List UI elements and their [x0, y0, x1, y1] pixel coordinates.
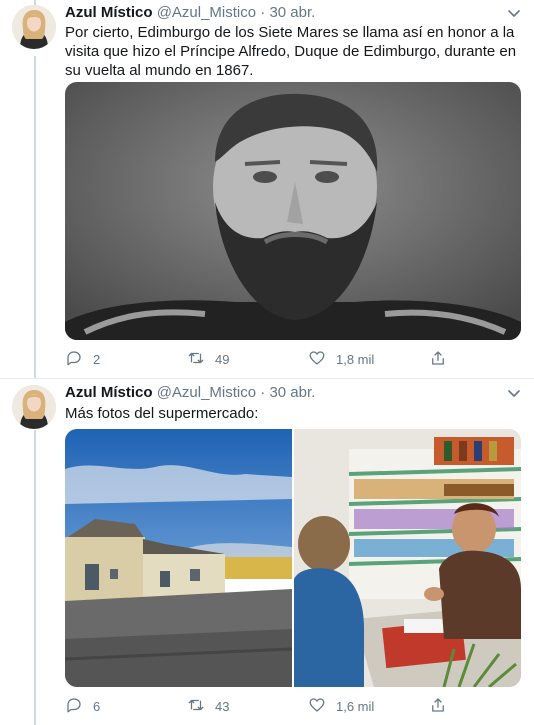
tweet-actions: 2 49 1,8 mil	[65, 349, 485, 369]
tweet-header: Azul Místico @Azul_Mistico · 30 abr.	[65, 384, 315, 401]
reply-button[interactable]: 2	[65, 349, 100, 369]
author-name[interactable]: Azul Místico	[65, 4, 153, 21]
heart-icon	[308, 349, 326, 370]
separator-dot: ·	[260, 4, 266, 21]
like-count: 1,6 mil	[336, 698, 375, 714]
share-button[interactable]	[429, 349, 447, 369]
like-button[interactable]: 1,6 mil	[308, 696, 374, 716]
author-name[interactable]: Azul Místico	[65, 384, 153, 401]
reply-icon	[65, 696, 83, 717]
tweet-text: Por cierto, Edimburgo de los Siete Mares…	[65, 24, 517, 79]
like-count: 1,8 mil	[336, 351, 375, 367]
tweet-image[interactable]	[65, 429, 292, 687]
heart-icon	[308, 696, 326, 717]
share-icon	[429, 349, 447, 370]
tweet-image[interactable]	[294, 429, 521, 687]
tweet-text: Más fotos del supermercado:	[65, 405, 259, 422]
tweet-header: Azul Místico @Azul_Mistico · 30 abr.	[65, 4, 315, 21]
retweet-count: 43	[215, 698, 230, 714]
reply-button[interactable]: 6	[65, 696, 100, 716]
reply-count: 2	[93, 351, 101, 367]
tweet-image[interactable]	[65, 82, 521, 340]
chevron-down-icon[interactable]	[506, 5, 522, 21]
tweet-date[interactable]: 30 abr.	[269, 384, 315, 401]
chevron-down-icon[interactable]	[506, 385, 522, 401]
tweet[interactable]: Azul Místico @Azul_Mistico · 30 abr. Por…	[0, 0, 534, 378]
author-handle[interactable]: @Azul_Mistico	[157, 384, 256, 401]
tweet-image-grid	[65, 429, 521, 687]
avatar[interactable]	[12, 385, 56, 429]
tweet[interactable]: Azul Místico @Azul_Mistico · 30 abr. Más…	[0, 379, 534, 725]
retweet-count: 49	[215, 351, 230, 367]
retweet-button[interactable]: 49	[187, 349, 229, 369]
share-icon	[429, 696, 447, 717]
reply-icon	[65, 349, 83, 370]
like-button[interactable]: 1,8 mil	[308, 349, 374, 369]
tweet-date[interactable]: 30 abr.	[269, 4, 315, 21]
reply-count: 6	[93, 698, 101, 714]
tweet-actions: 6 43 1,6 mil	[65, 696, 485, 716]
retweet-icon	[187, 349, 205, 370]
separator-dot: ·	[260, 384, 266, 401]
avatar[interactable]	[12, 5, 56, 49]
author-handle[interactable]: @Azul_Mistico	[157, 4, 256, 21]
retweet-button[interactable]: 43	[187, 696, 229, 716]
retweet-icon	[187, 696, 205, 717]
share-button[interactable]	[429, 696, 447, 716]
